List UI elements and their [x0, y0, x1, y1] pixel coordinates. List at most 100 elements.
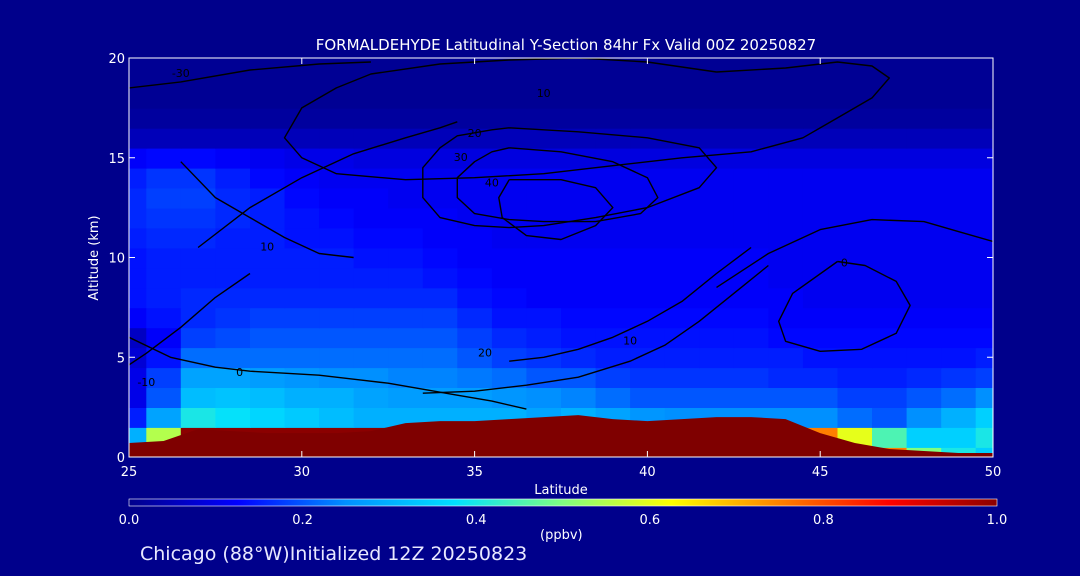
field-cell — [941, 307, 977, 329]
y-tick-label: 20 — [108, 52, 125, 67]
field-cell — [768, 107, 804, 129]
field-cell — [250, 287, 286, 309]
field-cell — [457, 227, 493, 249]
field-cell — [699, 167, 735, 189]
field-cell — [733, 387, 770, 408]
field-cell — [250, 207, 286, 229]
field-cell — [215, 167, 251, 189]
field-cell — [353, 127, 389, 149]
field-cell — [180, 307, 217, 329]
field-cell — [319, 167, 355, 189]
field-cell — [388, 307, 424, 329]
field-cell — [872, 187, 908, 209]
field-cell — [215, 87, 251, 109]
field-cell — [733, 207, 770, 229]
field-cell — [699, 387, 735, 408]
field-cell — [491, 227, 528, 249]
field-cell — [422, 307, 459, 329]
field-cell — [457, 187, 493, 209]
field-cell — [906, 227, 942, 249]
field-cell — [733, 267, 770, 289]
field-cell — [146, 147, 182, 169]
field-cell — [250, 407, 286, 428]
field-cell — [906, 167, 942, 189]
field-cell — [595, 387, 631, 408]
footer-label: Chicago (88°W)Initialized 12Z 20250823 — [140, 543, 528, 565]
field-cell — [561, 87, 597, 109]
field-cell — [802, 127, 839, 149]
field-cell — [146, 207, 182, 229]
field-cell — [215, 107, 251, 129]
field-cell — [388, 287, 424, 309]
field-cell — [250, 147, 286, 169]
colorbar-tick-label: 1.0 — [987, 513, 1008, 528]
field-cell — [906, 387, 942, 408]
field-cell — [733, 227, 770, 249]
field-cell — [526, 327, 562, 349]
field-cell — [699, 367, 735, 388]
field-cell — [491, 367, 528, 388]
field-cell — [906, 267, 942, 289]
field-cell — [457, 287, 493, 309]
field-cell — [872, 207, 908, 229]
field-cell — [699, 127, 735, 149]
field-cell — [872, 107, 908, 129]
field-cell — [595, 267, 631, 289]
contour-label: 20 — [468, 127, 482, 140]
field-cell — [802, 327, 839, 349]
field-cell — [595, 247, 631, 269]
field-cell — [699, 247, 735, 269]
field-cell — [595, 187, 631, 209]
field-cell — [837, 327, 873, 349]
field-cell — [561, 187, 597, 209]
field-cell — [872, 427, 908, 448]
field-cell — [906, 307, 942, 329]
field-cell — [319, 247, 355, 269]
field-cell — [388, 107, 424, 129]
field-cell — [388, 187, 424, 209]
field-cell — [906, 347, 942, 369]
field-cell — [353, 367, 389, 388]
field-cell — [699, 107, 735, 129]
field-cell — [250, 127, 286, 149]
field-cell — [319, 267, 355, 289]
field-cell — [630, 307, 666, 329]
field-cell — [561, 247, 597, 269]
field-cell — [250, 387, 286, 408]
field-cell — [595, 167, 631, 189]
field-cell — [595, 347, 631, 369]
field-cell — [422, 247, 459, 269]
field-cell — [941, 407, 977, 428]
field-cell — [664, 68, 701, 89]
field-cell — [941, 207, 977, 229]
field-cell — [388, 147, 424, 169]
field-cell — [215, 147, 251, 169]
field-cell — [802, 307, 839, 329]
field-cell — [146, 107, 182, 129]
field-cell — [422, 87, 459, 109]
y-axis-label: Altitude (km) — [87, 215, 102, 300]
field-cell — [319, 68, 355, 89]
field-cell — [941, 247, 977, 269]
field-cell — [837, 107, 873, 129]
field-cell — [180, 287, 217, 309]
contour-label: 0 — [841, 257, 848, 270]
field-cell — [941, 87, 977, 109]
field-cell — [146, 227, 182, 249]
field-cell — [491, 247, 528, 269]
field-cell — [422, 347, 459, 369]
field-cell — [941, 427, 977, 448]
field-cell — [180, 207, 217, 229]
field-cell — [284, 387, 320, 408]
field-cell — [802, 167, 839, 189]
field-cell — [837, 147, 873, 169]
field-cell — [630, 68, 666, 89]
field-cell — [422, 227, 459, 249]
field-cell — [906, 327, 942, 349]
field-cell — [630, 247, 666, 269]
field-cell — [630, 147, 666, 169]
field-cell — [388, 347, 424, 369]
field-cell — [457, 247, 493, 269]
field-cell — [837, 387, 873, 408]
field-cell — [353, 327, 389, 349]
